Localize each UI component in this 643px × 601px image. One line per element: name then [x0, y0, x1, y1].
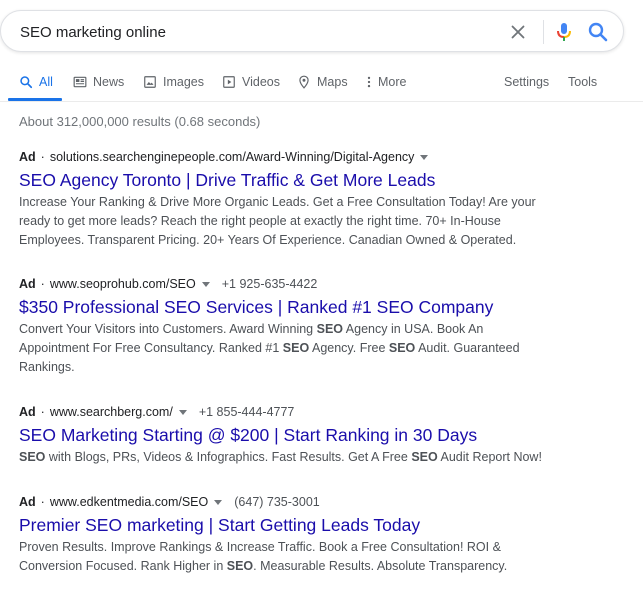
- ad-badge: Ad: [19, 150, 36, 164]
- ad-phone-number[interactable]: +1 925-635-4422: [222, 277, 318, 291]
- close-icon: [511, 25, 525, 39]
- chevron-down-icon[interactable]: [214, 499, 223, 505]
- active-tab-indicator: [8, 98, 62, 101]
- ad-description-line: Rankings.: [19, 358, 579, 377]
- ad-display-url[interactable]: solutions.searchenginepeople.com/Award-W…: [50, 150, 415, 164]
- ad-result: Ad · www.seoprohub.com/SEO +1 925-635-44…: [19, 275, 579, 377]
- ad-result: Ad · www.searchberg.com/ +1 855-444-4777…: [19, 403, 579, 467]
- ad-description: Proven Results. Improve Rankings & Incre…: [19, 538, 579, 576]
- separator-dot: ·: [40, 150, 45, 164]
- ad-description-line: Appointment For Free Consultancy. Ranked…: [19, 339, 579, 358]
- more-vertical-icon: [367, 76, 371, 87]
- news-icon: [73, 76, 87, 87]
- ad-description: Increase Your Ranking & Drive More Organ…: [19, 193, 579, 250]
- description-text: Audit Report Now!: [437, 450, 542, 464]
- description-text: Agency. Free: [309, 341, 389, 355]
- ad-url-line: Ad · solutions.searchenginepeople.com/Aw…: [19, 148, 579, 166]
- tab-news-label: News: [93, 74, 125, 89]
- ad-description-line: SEO with Blogs, PRs, Videos & Infographi…: [19, 448, 579, 467]
- chevron-down-icon[interactable]: [420, 154, 429, 160]
- video-icon: [223, 75, 235, 88]
- ad-phone-number[interactable]: +1 855-444-4777: [199, 405, 295, 419]
- search-icon: [20, 75, 33, 88]
- ad-description-line: Increase Your Ranking & Drive More Organ…: [19, 195, 536, 209]
- separator-dot: ·: [40, 495, 45, 509]
- ad-title-link[interactable]: $350 Professional SEO Services | Ranked …: [19, 296, 579, 318]
- tools-label: Tools: [568, 74, 598, 89]
- tab-videos-label: Videos: [242, 74, 280, 89]
- search-input[interactable]: [20, 21, 480, 43]
- description-text: Audit. Guaranteed: [415, 341, 520, 355]
- image-icon: [144, 75, 156, 88]
- description-text: . Measurable Results. Absolute Transpare…: [253, 559, 508, 573]
- tab-maps-label: Maps: [317, 74, 348, 89]
- description-text: Convert Your Visitors into Customers. Aw…: [19, 322, 317, 336]
- search-bar: [0, 10, 624, 52]
- chevron-down-icon[interactable]: [201, 281, 210, 287]
- keyword-highlight: SEO: [19, 450, 46, 464]
- microphone-icon: [557, 23, 571, 41]
- ad-description-line: ready to get more leads? Reach the right…: [19, 214, 501, 228]
- voice-search-button[interactable]: [552, 20, 576, 44]
- ad-title-link[interactable]: SEO Agency Toronto | Drive Traffic & Get…: [19, 169, 579, 191]
- ad-url-line: Ad · www.searchberg.com/ +1 855-444-4777: [19, 403, 579, 421]
- ad-url-line: Ad · www.seoprohub.com/SEO +1 925-635-44…: [19, 275, 579, 293]
- description-text: Agency in USA. Book An: [343, 322, 484, 336]
- tab-videos[interactable]: Videos: [222, 62, 280, 101]
- description-text: with Blogs, PRs, Videos & Infographics. …: [45, 450, 412, 464]
- keyword-highlight: SEO: [411, 450, 438, 464]
- clear-search-button[interactable]: [507, 21, 529, 43]
- keyword-highlight: SEO: [226, 559, 254, 573]
- ad-description: SEO with Blogs, PRs, Videos & Infographi…: [19, 448, 579, 467]
- tab-news[interactable]: News: [73, 62, 124, 101]
- tab-more[interactable]: More: [366, 62, 406, 101]
- separator-dot: ·: [40, 277, 45, 291]
- ad-title-link[interactable]: Premier SEO marketing | Start Getting Le…: [19, 514, 579, 536]
- search-tabs: All News Images Videos Maps More Setting…: [0, 62, 643, 102]
- description-text: Proven Results. Improve Rankings & Incre…: [19, 540, 501, 554]
- tab-more-label: More: [378, 74, 407, 89]
- ad-display-url[interactable]: www.searchberg.com/: [50, 405, 173, 419]
- ad-description-line: Employees. Transparent Pricing. 20+ Year…: [19, 233, 517, 247]
- ad-badge: Ad: [19, 277, 36, 291]
- description-text: Conversion Focused. Rank Higher in: [19, 559, 227, 573]
- description-text: Rankings.: [19, 360, 75, 374]
- ad-url-line: Ad · www.edkentmedia.com/SEO (647) 735-3…: [19, 493, 579, 511]
- ad-description-line: Proven Results. Improve Rankings & Incre…: [19, 538, 579, 557]
- search-icon: [588, 22, 608, 42]
- ad-description: Convert Your Visitors into Customers. Aw…: [19, 320, 579, 377]
- settings-label: Settings: [504, 74, 550, 89]
- chevron-down-icon[interactable]: [178, 409, 187, 415]
- keyword-highlight: SEO: [282, 341, 310, 355]
- ad-display-url[interactable]: www.seoprohub.com/SEO: [50, 277, 196, 291]
- tab-all[interactable]: All: [19, 62, 53, 101]
- result-stats: About 312,000,000 results (0.68 seconds): [19, 114, 261, 129]
- search-divider: [543, 20, 544, 44]
- tab-images[interactable]: Images: [143, 62, 204, 101]
- tools-link[interactable]: Tools: [568, 62, 597, 101]
- settings-link[interactable]: Settings: [504, 62, 549, 101]
- ad-result: Ad · solutions.searchenginepeople.com/Aw…: [19, 148, 579, 250]
- ad-description-line: Conversion Focused. Rank Higher in SEO. …: [19, 557, 579, 576]
- map-pin-icon: [299, 75, 309, 89]
- keyword-highlight: SEO: [388, 341, 416, 355]
- tab-images-label: Images: [163, 74, 204, 89]
- tab-all-label: All: [39, 74, 53, 89]
- ad-badge: Ad: [19, 495, 36, 509]
- ad-description-line: Convert Your Visitors into Customers. Aw…: [19, 320, 579, 339]
- ad-title-link[interactable]: SEO Marketing Starting @ $200 | Start Ra…: [19, 424, 579, 446]
- ad-badge: Ad: [19, 405, 36, 419]
- description-text: Appointment For Free Consultancy. Ranked…: [19, 341, 283, 355]
- tab-maps[interactable]: Maps: [297, 62, 348, 101]
- keyword-highlight: SEO: [316, 322, 344, 336]
- ad-result: Ad · www.edkentmedia.com/SEO (647) 735-3…: [19, 493, 579, 576]
- search-button[interactable]: [586, 20, 610, 44]
- ad-phone-number[interactable]: (647) 735-3001: [234, 495, 319, 509]
- separator-dot: ·: [40, 405, 45, 419]
- ad-display-url[interactable]: www.edkentmedia.com/SEO: [50, 495, 208, 509]
